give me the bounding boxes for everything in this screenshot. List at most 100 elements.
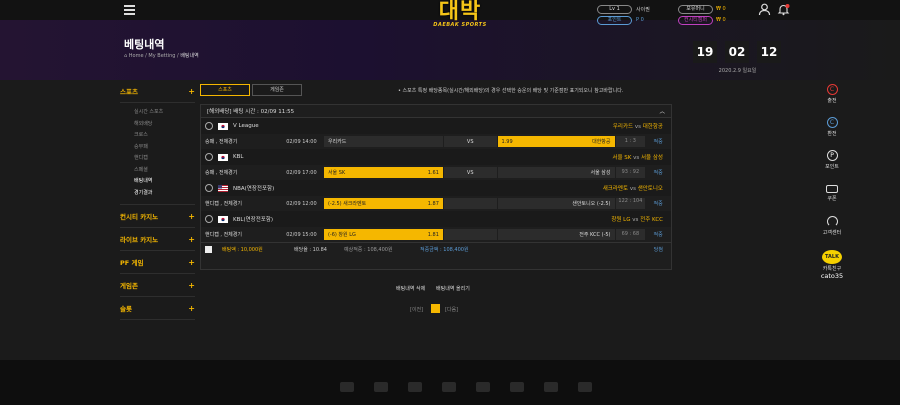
select-checkbox[interactable] — [205, 246, 212, 253]
tab-gamezone[interactable]: 게임존 — [252, 84, 302, 96]
sidebar-cat-sports[interactable]: 스포츠 + — [120, 80, 195, 103]
sidebar-item-special[interactable]: 스페셜 — [120, 165, 195, 177]
league-row: KBL 서울 SK vs 서울 삼성 — [201, 149, 671, 165]
bet-summary: 배팅액 : 10,000원 배당율 : 10.84 예상적중 : 108,400… — [201, 242, 671, 256]
bet-header: [해외배당] 배팅 시간 : 02/09 11:55 ︿ — [201, 105, 671, 118]
rightbar-coupon[interactable]: 쿠폰 — [818, 183, 846, 202]
money-value: ₩ 0 — [716, 6, 726, 12]
username[interactable]: 사이퀀 — [636, 6, 650, 13]
league-row: V League 우리카드 vs 대한항공 — [201, 118, 671, 134]
tab-sports[interactable]: 스포츠 — [200, 84, 250, 96]
sidebar-cat-label: 스포츠 — [120, 88, 138, 96]
league-name: NBA(연장전포함) — [233, 186, 275, 192]
home-icon[interactable]: ⌂ — [124, 53, 127, 59]
money-button[interactable]: 보유머니 — [678, 5, 713, 14]
sidebar-cat-pf-game[interactable]: PF 게임 + — [120, 251, 195, 274]
left-pick[interactable]: 우리카드 — [323, 136, 443, 147]
kakao-talk-icon: TALK — [822, 250, 842, 264]
sidebar-cat-slot[interactable]: 슬롯 + — [120, 297, 195, 320]
pagination-next[interactable]: [다음] — [445, 306, 458, 313]
bet-time: 02/09 15:00 — [286, 231, 317, 238]
bet-type: 핸디캡 , 전체경기 — [205, 201, 242, 207]
rightbar-deposit[interactable]: C 출전 — [818, 84, 846, 104]
vs-cell: VS — [443, 167, 497, 178]
breadcrumb-home[interactable]: Home — [129, 53, 144, 59]
sidebar-item-handicap[interactable]: 핸디캡 — [120, 153, 195, 165]
score: 1 : 3 — [615, 136, 646, 147]
bet-status: 적중 — [653, 201, 663, 207]
pick-odds: 1.99 — [501, 138, 513, 145]
left-pick[interactable]: (-6) 창원 LG 1.81 — [323, 229, 443, 240]
delete-history-button[interactable]: 배팅내역 삭제 — [396, 285, 425, 292]
home-team: 서울 SK — [612, 155, 632, 161]
sidebar-item-winlose[interactable]: 승무패 — [120, 142, 195, 154]
casino-value: ₩ 0 — [716, 17, 726, 23]
sidebar-item-history[interactable]: 배팅내역 — [120, 176, 195, 188]
home-team: 창원 LG — [611, 217, 631, 223]
rightbar-support[interactable]: 고객센터 — [818, 216, 846, 236]
rightbar-label: 쿠폰 — [827, 196, 837, 202]
breadcrumb-mybetting[interactable]: My Betting — [148, 53, 175, 59]
bet-tabs: 스포츠 게임존 — [200, 84, 302, 96]
headset-icon — [826, 216, 838, 227]
matchup: 새크라멘토 vs 샌안토니오 — [602, 186, 663, 192]
menu-icon[interactable] — [124, 5, 135, 15]
usa-flag-icon — [218, 184, 228, 192]
score: 122 : 104 — [615, 198, 646, 209]
rightbar-label: 포인트 — [825, 164, 839, 170]
sidebar-cat-label: 컨시티 카지노 — [120, 213, 159, 221]
plus-icon: + — [188, 211, 195, 221]
sidebar-cat-label: PF 게임 — [120, 259, 144, 267]
sidebar-item-overseas[interactable]: 해외배당 — [120, 119, 195, 131]
user-icon[interactable] — [758, 3, 771, 18]
sidebar-cat-label: 게임존 — [120, 282, 138, 290]
points-button[interactable]: 포인트 — [597, 16, 632, 25]
sidebar-item-results[interactable]: 경기결과 — [120, 188, 195, 200]
pick-odds: 1.81 — [427, 231, 439, 238]
left-pick[interactable]: (-2.5) 새크라멘토 1.87 — [323, 198, 443, 209]
kakao-talk[interactable]: TALK 카톡친구 cato35 — [818, 250, 846, 280]
bell-icon[interactable] — [777, 3, 790, 18]
left-pick[interactable]: 서울 SK 1.61 — [323, 167, 443, 178]
logo-main-text: 대박 — [438, 0, 482, 24]
right-pick[interactable]: 전주 KCC (-5) — [497, 229, 615, 240]
breadcrumb-current: 배팅내역 — [180, 53, 199, 59]
site-logo[interactable]: 대박 DAEBAK SPORTS — [425, 0, 495, 28]
casino-button[interactable]: 컨시티캠퍼 — [678, 16, 713, 25]
partner-logo — [340, 382, 354, 392]
rightbar-withdraw[interactable]: C 환전 — [818, 117, 846, 137]
clock-seconds: 12 — [757, 41, 781, 63]
clear-history-button[interactable]: 배팅내역 올리기 — [436, 285, 470, 292]
breadcrumb: ⌂ Home / My Betting / 배팅내역 — [124, 53, 199, 59]
won-amount: 적중금액 : 108,400원 — [420, 247, 469, 253]
right-pick[interactable]: 샌안토니오 (-2.5) — [497, 198, 615, 209]
pagination-prev[interactable]: [이전] — [410, 306, 423, 313]
basketball-icon — [205, 184, 213, 192]
bet-type: 승패 , 전체경기 — [205, 170, 238, 176]
rightbar-points[interactable]: P 포인트 — [818, 150, 846, 170]
sidebar-cat-live-casino[interactable]: 라이브 카지노 + — [120, 228, 195, 251]
plus-icon: + — [188, 303, 195, 313]
clock-date: 2020.2.9 일요일 — [718, 68, 757, 74]
sidebar-cat-casino[interactable]: 컨시티 카지노 + — [120, 205, 195, 228]
right-pick[interactable]: 서울 삼성 — [497, 167, 615, 178]
sidebar-item-live[interactable]: 실시간 스포츠 — [120, 107, 195, 119]
sidebar-item-cross[interactable]: 크로스 — [120, 130, 195, 142]
vs-label: VS — [466, 138, 474, 145]
partner-logo — [578, 382, 592, 392]
chevron-up-icon[interactable]: ︿ — [659, 107, 665, 115]
partner-logo — [510, 382, 524, 392]
kakao-id: cato35 — [820, 272, 844, 280]
right-pick[interactable]: 1.99 대한항공 — [497, 136, 615, 147]
page-title: 베팅내역 — [124, 38, 165, 51]
away-team: 샌안토니오 — [637, 186, 663, 192]
pick-label: 샌안토니오 (-2.5) — [572, 201, 611, 207]
partner-logo — [374, 382, 388, 392]
score: 93 : 92 — [615, 167, 646, 178]
point-icon: P — [826, 150, 838, 161]
sidebar-cat-gamezone[interactable]: 게임존 + — [120, 274, 195, 297]
bet-header-text: [해외배당] 배팅 시간 : 02/09 11:55 — [207, 109, 295, 115]
pagination-current[interactable] — [431, 304, 440, 313]
pick-label: 대한항공 — [592, 139, 611, 145]
bet-row: 핸디캡 , 전체경기 02/09 15:00 (-6) 창원 LG 1.81 전주… — [201, 227, 671, 242]
